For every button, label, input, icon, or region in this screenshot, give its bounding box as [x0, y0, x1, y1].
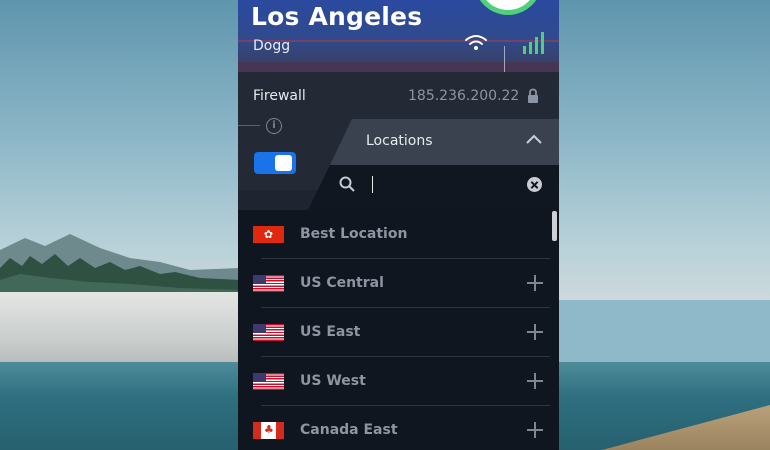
- wallpaper-shore: [0, 292, 240, 372]
- plus-icon[interactable]: [527, 422, 543, 438]
- clear-icon[interactable]: [527, 177, 542, 192]
- text-cursor: [372, 176, 373, 193]
- server-name: Dogg: [253, 38, 291, 54]
- location-label: US West: [300, 373, 366, 389]
- us-flag-icon: [253, 275, 284, 292]
- connected-city: Los Angeles: [251, 2, 423, 31]
- plus-icon[interactable]: [527, 324, 543, 340]
- list-item[interactable]: ✿ Best Location: [238, 210, 550, 259]
- location-label: US East: [300, 324, 361, 340]
- list-item[interactable]: US East: [238, 308, 550, 357]
- location-label: US Central: [300, 275, 384, 291]
- plus-icon[interactable]: [527, 373, 543, 389]
- wifi-icon: [465, 35, 487, 50]
- scrollbar-track[interactable]: [551, 210, 559, 450]
- hong-kong-flag-icon: ✿: [253, 226, 284, 243]
- canada-flag-icon: ♣: [253, 422, 284, 439]
- toggle-knob: [275, 155, 292, 171]
- scrollbar-thumb[interactable]: [552, 211, 557, 241]
- chevron-up-icon[interactable]: [525, 133, 543, 145]
- header-divider: [504, 46, 505, 72]
- list-item[interactable]: US Central: [238, 259, 550, 308]
- signal-strength-icon: [523, 32, 544, 54]
- us-flag-icon: [253, 324, 284, 341]
- lock-icon: [528, 88, 538, 103]
- vpn-app-window: Los Angeles Dogg Firewall 185.236.200.22…: [238, 0, 559, 450]
- locations-title: Locations: [366, 133, 433, 149]
- plus-icon[interactable]: [527, 275, 543, 291]
- search-icon: [339, 176, 355, 192]
- us-flag-icon: [253, 373, 284, 390]
- search-input[interactable]: [370, 175, 524, 197]
- location-label: Canada East: [300, 422, 398, 438]
- firewall-toggle[interactable]: [254, 152, 296, 174]
- list-item[interactable]: US West: [238, 357, 550, 406]
- ip-address: 185.236.200.22: [408, 88, 520, 104]
- info-icon[interactable]: i: [266, 118, 282, 134]
- location-label: Best Location: [300, 226, 408, 242]
- firewall-label: Firewall: [253, 88, 306, 104]
- connection-status-indicator[interactable]: [474, 0, 542, 15]
- connection-header: Los Angeles Dogg: [238, 0, 559, 72]
- list-item[interactable]: ♣ Canada East: [238, 406, 550, 450]
- locations-list: ✿ Best Location US Central US East US We…: [238, 210, 559, 450]
- firewall-row: Firewall 185.236.200.22: [238, 72, 559, 122]
